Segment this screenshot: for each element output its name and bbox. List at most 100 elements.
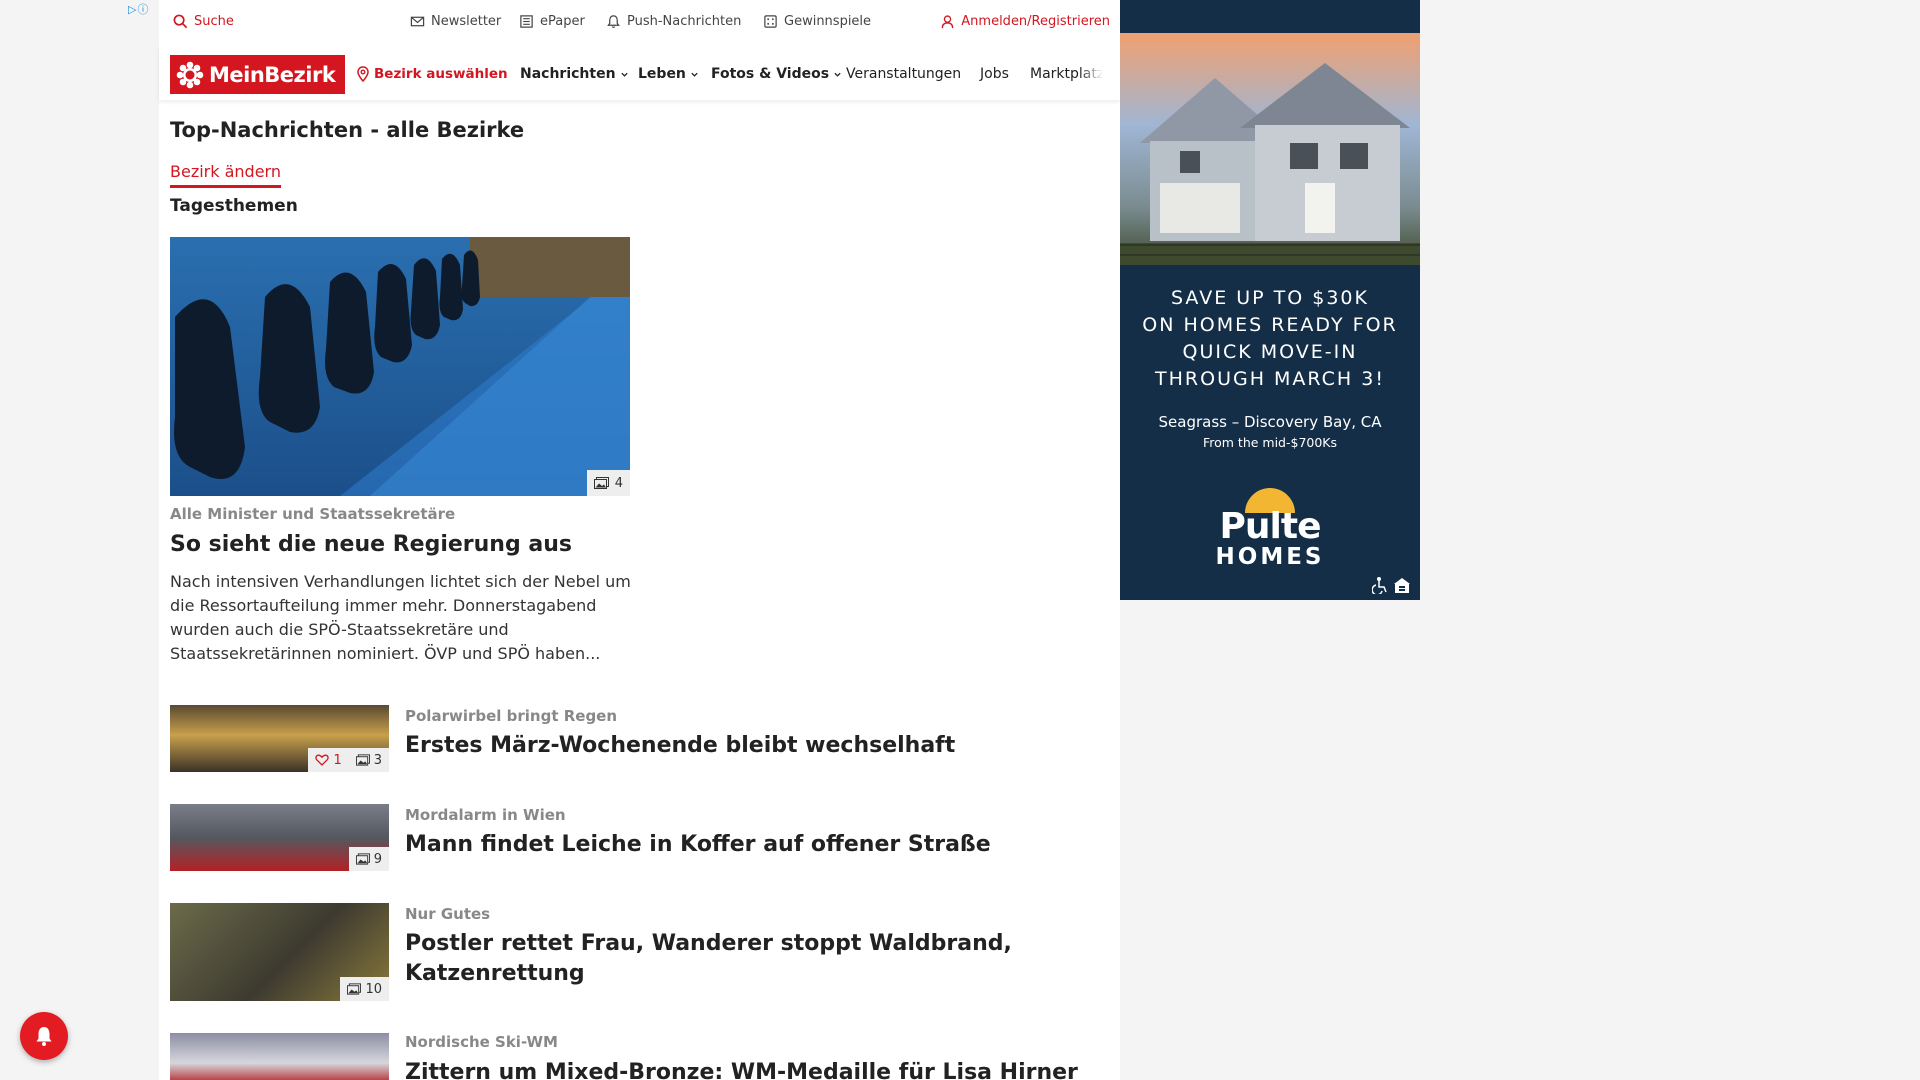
user-icon: [941, 15, 954, 29]
article-thumbnail[interactable]: 1 3: [170, 705, 389, 772]
ad-headline-line: QUICK MOVE-IN: [1182, 341, 1358, 363]
nav-item-nachrichten[interactable]: Nachrichten: [520, 66, 629, 82]
article-kicker: Nur Gutes: [405, 905, 491, 923]
ad-headline-line: THROUGH MARCH 3!: [1155, 368, 1385, 390]
search-label: Suche: [194, 14, 234, 29]
login-register-link[interactable]: Anmelden/Registrieren: [940, 14, 1110, 29]
article-item[interactable]: Nordische Ski-WM Zittern um Mixed-Bronze…: [170, 1033, 1078, 1080]
article-thumbnail[interactable]: 10: [170, 903, 389, 1001]
article-item[interactable]: 1 3 Polarwirbel bringt Regen Erstes März…: [170, 705, 1070, 773]
logo-text: MeinBezirk: [209, 62, 336, 87]
lead-article-image[interactable]: 4: [170, 237, 630, 496]
article-kicker: Mordalarm in Wien: [405, 806, 566, 824]
nav-item-label: Marktplatz: [1030, 66, 1103, 82]
push-label: Push-Nachrichten: [627, 14, 742, 29]
image-gallery-icon: [347, 983, 362, 995]
location-pin-icon: [357, 66, 369, 82]
page-content: Suche Newsletter ePaper Push-Nachrichten…: [159, 0, 1120, 1080]
page-title: Top-Nachrichten - alle Bezirke: [170, 118, 525, 142]
nav-item-marktplatz[interactable]: Marktplatz: [1030, 66, 1103, 82]
newsletter-label: Newsletter: [431, 14, 502, 29]
ad-headline-line: SAVE UP TO $30K: [1171, 287, 1369, 309]
gallery-count: 4: [614, 475, 623, 491]
article-kicker: Polarwirbel bringt Regen: [405, 707, 618, 725]
nav-item-jobs[interactable]: Jobs: [980, 66, 1009, 82]
nav-item-label: Jobs: [980, 66, 1009, 82]
lead-image-illustration: [174, 237, 630, 496]
utility-bar: Suche Newsletter ePaper Push-Nachrichten…: [159, 0, 1120, 46]
nav-item-label: Nachrichten: [520, 66, 616, 82]
bezirk-select-button[interactable]: Bezirk auswählen: [356, 66, 508, 82]
ad-headline-line: ON HOMES READY FOR: [1142, 314, 1398, 336]
main-navigation: MeinBezirk Bezirk auswählen Nachrichten …: [159, 46, 1120, 100]
image-gallery-icon: [355, 853, 370, 865]
gewinnspiele-label: Gewinnspiele: [784, 14, 872, 29]
article-title[interactable]: Postler rettet Frau, Wanderer stoppt Wal…: [405, 929, 1025, 989]
change-bezirk-link[interactable]: Bezirk ändern: [170, 162, 281, 188]
bell-icon: [36, 1027, 52, 1046]
nav-item-label: Leben: [638, 66, 686, 82]
search-icon: [173, 14, 188, 29]
article-title[interactable]: Erstes März-Wochenende bleibt wechselhaf…: [405, 731, 1025, 761]
newspaper-icon: [520, 15, 533, 28]
epaper-label: ePaper: [540, 14, 585, 29]
ad-brand-sub: HOMES: [1215, 544, 1325, 570]
like-count-badge[interactable]: 1: [308, 748, 349, 772]
ad-house-image: [1120, 33, 1420, 265]
nav-item-leben[interactable]: Leben: [638, 66, 699, 82]
bezirk-select-label: Bezirk auswählen: [374, 66, 508, 82]
article-thumbnail[interactable]: [170, 1033, 389, 1080]
image-gallery-icon: [593, 477, 609, 489]
adchoices-icon[interactable]: ▷ⓘ: [128, 1, 158, 16]
gallery-count: 3: [373, 752, 382, 768]
advertisement-banner[interactable]: SAVE UP TO $30K ON HOMES READY FOR QUICK…: [1120, 0, 1420, 600]
thumbnail-badges: 10: [340, 977, 389, 1001]
nav-item-label: Fotos & Videos: [711, 66, 830, 82]
login-label: Anmelden/Registrieren: [961, 14, 1110, 29]
chevron-down-icon: [620, 72, 628, 77]
chevron-down-icon: [691, 72, 698, 77]
newsletter-link[interactable]: Newsletter: [410, 14, 501, 29]
article-title[interactable]: Zittern um Mixed-Bronze: WM-Medaille für…: [405, 1058, 1078, 1080]
gewinnspiele-link[interactable]: Gewinnspiele: [763, 14, 871, 29]
article-thumbnail[interactable]: 9: [170, 804, 389, 871]
pulte-homes-logo: Pulte HOMES: [1120, 487, 1420, 569]
chevron-down-icon: [834, 72, 841, 77]
image-gallery-icon: [355, 754, 370, 766]
gallery-count-badge: 4: [586, 470, 630, 496]
thumbnail-badges: 1 3: [308, 748, 389, 772]
ad-brand: Pulte: [1219, 506, 1322, 547]
nav-item-veranstaltungen[interactable]: Veranstaltungen: [846, 66, 961, 82]
section-title: Tagesthemen: [170, 196, 298, 216]
ad-price: From the mid-$700Ks: [1202, 435, 1338, 450]
thumbnail-badges: 9: [348, 847, 389, 871]
article-item[interactable]: 9 Mordalarm in Wien Mann findet Leiche i…: [170, 804, 1070, 872]
gallery-count: 9: [373, 851, 382, 867]
ad-location: Seagrass – Discovery Bay, CA: [1158, 413, 1382, 431]
lead-article-kicker: Alle Minister und Staatssekretäre: [170, 505, 456, 523]
gallery-count-badge: 10: [340, 977, 389, 1001]
accessibility-housing-icon: [1372, 577, 1410, 594]
gallery-count-badge: 3: [348, 748, 389, 772]
lead-article-teaser: Nach intensiven Verhandlungen lichtet si…: [170, 572, 631, 663]
ad-headline: SAVE UP TO $30K ON HOMES READY FOR QUICK…: [1120, 285, 1420, 393]
lead-article-title[interactable]: So sieht die neue Regierung aus: [170, 532, 572, 557]
ad-house-illustration: [1120, 63, 1420, 265]
like-count: 1: [333, 752, 342, 768]
nav-item-fotos-videos[interactable]: Fotos & Videos: [711, 66, 842, 82]
bell-icon: [607, 15, 620, 28]
search-link[interactable]: Suche: [173, 14, 234, 29]
gallery-count-badge: 9: [348, 847, 389, 871]
article-kicker: Nordische Ski-WM: [405, 1033, 558, 1051]
article-item[interactable]: 10 Nur Gutes Postler rettet Frau, Wander…: [170, 903, 1070, 1001]
push-notification-bell-button[interactable]: [20, 1012, 68, 1060]
mail-icon: [410, 16, 425, 27]
nav-item-label: Veranstaltungen: [846, 66, 962, 82]
meinbezirk-logo[interactable]: MeinBezirk: [170, 55, 345, 94]
push-notifications-link[interactable]: Push-Nachrichten: [606, 14, 741, 29]
epaper-link[interactable]: ePaper: [519, 14, 585, 29]
article-title[interactable]: Mann findet Leiche in Koffer auf offener…: [405, 830, 1025, 860]
heart-icon: [315, 754, 330, 766]
logo-flower-icon: [176, 61, 204, 88]
gallery-count: 10: [365, 981, 382, 997]
